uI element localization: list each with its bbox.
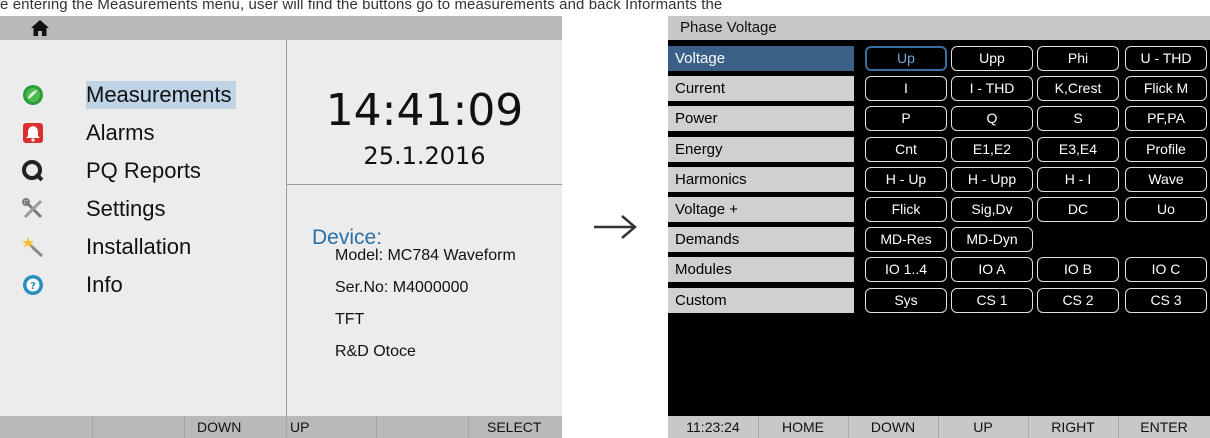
- measure-button-cs-3[interactable]: CS 3: [1125, 287, 1207, 313]
- softkey-divider: [286, 416, 287, 438]
- alarm-bell-icon: [23, 123, 43, 143]
- softkey-divider: [468, 416, 469, 438]
- device-serial: Ser.No: M4000000: [335, 279, 469, 296]
- right-softkey-bar: 11:23:24 HOME DOWN UP RIGHT ENTER: [668, 416, 1210, 438]
- measure-button-u-thd[interactable]: U - THD: [1125, 46, 1207, 71]
- device-model: Model: MC784 Waveform: [335, 247, 516, 264]
- screen-title: Phase Voltage: [680, 19, 777, 36]
- measure-button-cnt[interactable]: Cnt: [865, 136, 947, 162]
- measure-button-cs-2[interactable]: CS 2: [1037, 287, 1119, 313]
- measure-button-flick[interactable]: Flick: [865, 197, 947, 222]
- softkey-enter[interactable]: ENTER: [1118, 416, 1210, 438]
- measure-button-i[interactable]: I: [865, 76, 947, 102]
- softkey-divider: [184, 416, 185, 438]
- category-power[interactable]: Power: [668, 106, 854, 132]
- softkey-select[interactable]: SELECT: [487, 416, 541, 438]
- measure-button-md-dyn[interactable]: MD-Dyn: [951, 227, 1033, 253]
- menu-item-label: Settings: [86, 196, 166, 221]
- category-current[interactable]: Current: [668, 76, 854, 102]
- measure-button-h-i[interactable]: H - I: [1037, 166, 1119, 192]
- menu-item-label: Info: [86, 272, 123, 297]
- measure-button-q[interactable]: Q: [951, 106, 1033, 132]
- clock-time: 14:41:09: [325, 85, 524, 136]
- measure-button-phi[interactable]: Phi: [1037, 46, 1119, 71]
- category-demands[interactable]: Demands: [668, 227, 854, 253]
- category-modules[interactable]: Modules: [668, 257, 854, 283]
- clock-date: 25.1.2016: [363, 142, 486, 170]
- category-voltage[interactable]: Voltage: [668, 46, 854, 71]
- phase-voltage-screen: Phase Voltage Voltage Current Power Energy H…: [668, 16, 1210, 438]
- top-text-strip: e entering the Measurements menu, user w…: [0, 0, 1210, 16]
- measure-button-sig-dv[interactable]: Sig,Dv: [951, 197, 1033, 222]
- softkey-up[interactable]: UP: [290, 416, 309, 438]
- menu-item-measurements[interactable]: Measurements: [0, 78, 286, 112]
- right-arrow-icon: [594, 215, 637, 239]
- measure-button-uo[interactable]: Uo: [1125, 197, 1207, 222]
- menu-item-info[interactable]: ? Info: [0, 268, 286, 302]
- top-strip-text: e entering the Measurements menu, user w…: [0, 0, 723, 13]
- measure-button-io-1-4[interactable]: IO 1..4: [865, 257, 947, 283]
- measure-button-s[interactable]: S: [1037, 106, 1119, 132]
- measure-button-io-a[interactable]: IO A: [951, 257, 1033, 283]
- measure-button-p[interactable]: P: [865, 106, 947, 132]
- left-horizontal-divider: [287, 184, 562, 185]
- softkey-down[interactable]: DOWN: [848, 416, 938, 438]
- measure-button-h-upp[interactable]: H - Upp: [951, 166, 1033, 192]
- home-icon[interactable]: [30, 19, 50, 37]
- menu-item-alarms[interactable]: Alarms: [0, 116, 286, 150]
- measure-button-e3-e4[interactable]: E3,E4: [1037, 136, 1119, 162]
- settings-tools-icon: [22, 198, 43, 219]
- measure-button-dc[interactable]: DC: [1037, 197, 1119, 222]
- measure-button-k-crest[interactable]: K,Crest: [1037, 76, 1119, 102]
- measure-button-e1-e2[interactable]: E1,E2: [951, 136, 1033, 162]
- measure-button-flick-m[interactable]: Flick M: [1125, 76, 1207, 102]
- menu-item-label: Alarms: [86, 120, 155, 145]
- left-softkey-bar: DOWN UP SELECT: [0, 416, 562, 438]
- measure-button-wave[interactable]: Wave: [1125, 166, 1207, 192]
- menu-item-label: PQ Reports: [86, 158, 201, 183]
- softkey-divider: [92, 416, 93, 438]
- status-time: 11:23:24: [686, 419, 740, 435]
- measure-button-sys[interactable]: Sys: [865, 287, 947, 313]
- softkey-divider: [376, 416, 377, 438]
- measurements-icon: [23, 85, 43, 105]
- svg-text:?: ?: [30, 281, 36, 292]
- measure-button-cs-1[interactable]: CS 1: [951, 287, 1033, 313]
- menu-item-installation[interactable]: Installation: [0, 230, 286, 264]
- measure-button-up[interactable]: Up: [865, 46, 947, 71]
- menu-item-pq-reports[interactable]: PQ Reports: [0, 154, 286, 188]
- info-icon: ?: [23, 275, 43, 295]
- pq-reports-icon: [22, 160, 44, 182]
- measure-button-pf-pa[interactable]: PF,PA: [1125, 106, 1207, 132]
- category-energy[interactable]: Energy: [668, 136, 854, 162]
- right-header-bar: Phase Voltage: [668, 16, 1210, 40]
- installation-wand-icon: [22, 237, 44, 258]
- left-header-bar: [0, 16, 562, 40]
- device-location: R&D Otoce: [335, 343, 416, 360]
- menu-item-settings[interactable]: Settings: [0, 192, 286, 226]
- measure-button-profile[interactable]: Profile: [1125, 136, 1207, 162]
- main-menu-screen: Measurements Alarms PQ Reports Settings …: [0, 16, 562, 438]
- softkey-down[interactable]: DOWN: [197, 416, 241, 438]
- measure-button-io-c[interactable]: IO C: [1125, 257, 1207, 283]
- category-harmonics[interactable]: Harmonics: [668, 166, 854, 192]
- softkey-up[interactable]: UP: [938, 416, 1028, 438]
- softkey-home[interactable]: HOME: [758, 416, 848, 438]
- measure-button-md-res[interactable]: MD-Res: [865, 227, 947, 253]
- category-custom[interactable]: Custom: [668, 287, 854, 313]
- softkey-right[interactable]: RIGHT: [1028, 416, 1118, 438]
- measure-button-upp[interactable]: Upp: [951, 46, 1033, 71]
- measure-button-h-up[interactable]: H - Up: [865, 166, 947, 192]
- category-voltage[interactable]: Voltage +: [668, 197, 854, 222]
- device-display-type: TFT: [335, 311, 365, 328]
- menu-item-label: Measurements: [86, 81, 236, 109]
- measure-button-io-b[interactable]: IO B: [1037, 257, 1119, 283]
- measure-button-i-thd[interactable]: I - THD: [951, 76, 1033, 102]
- menu-item-label: Installation: [86, 234, 192, 259]
